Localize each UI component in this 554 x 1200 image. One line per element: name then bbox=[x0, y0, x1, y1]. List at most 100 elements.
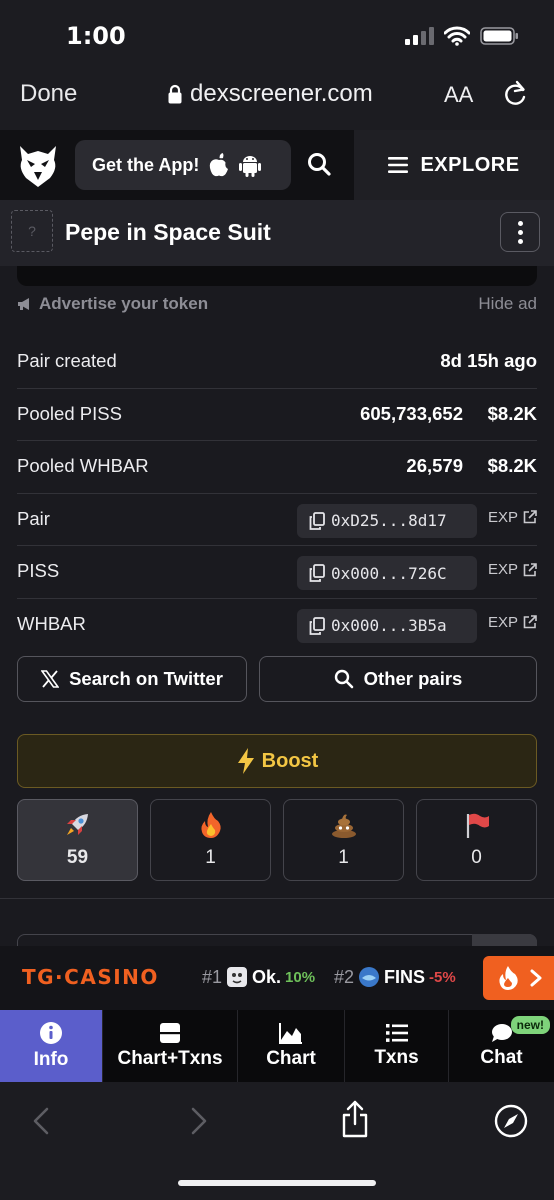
explore-button[interactable]: EXPLORE bbox=[354, 130, 554, 200]
exp-label: EXP bbox=[487, 613, 518, 631]
done-button[interactable]: Done bbox=[20, 80, 77, 108]
promo-banner[interactable]: TG·CASINO #1 Ok. 10% #2 FINS -5% bbox=[0, 946, 554, 1010]
back-arrow-icon[interactable] bbox=[30, 1106, 52, 1136]
text-size-button[interactable]: AA bbox=[444, 82, 473, 108]
chevron-right-icon bbox=[530, 969, 541, 987]
get-app-button[interactable]: Get the App! bbox=[75, 140, 291, 190]
chat-bubble-icon bbox=[491, 1024, 512, 1042]
site-header: Get the App! EXPLORE bbox=[0, 130, 554, 200]
info-row-pooled-piss: Pooled PISS 605,733,652 $8.2K bbox=[17, 389, 537, 441]
other-pairs-label: Other pairs bbox=[363, 668, 463, 689]
trending-item-2[interactable]: #2 FINS -5% bbox=[334, 966, 456, 988]
info-row-whbar: WHBAR 0x000...3B5a EXP bbox=[17, 599, 537, 652]
info-icon bbox=[40, 1022, 62, 1044]
copy-address-button[interactable]: 0x000...3B5a bbox=[297, 608, 477, 643]
compass-icon[interactable] bbox=[494, 1104, 528, 1138]
info-label: Pooled WHBAR bbox=[17, 455, 149, 476]
address-bar[interactable]: dexscreener.com bbox=[168, 80, 373, 108]
token-avatar-icon bbox=[359, 967, 380, 987]
tab-info[interactable]: Info bbox=[0, 1010, 103, 1082]
explorer-link[interactable]: EXP bbox=[488, 614, 537, 631]
new-badge: new! bbox=[510, 1016, 550, 1034]
forward-arrow-icon[interactable] bbox=[188, 1106, 210, 1136]
status-time: 1:00 bbox=[66, 22, 126, 50]
advertise-label: Advertise your token bbox=[39, 294, 209, 313]
vote-count: 1 bbox=[338, 847, 349, 868]
tab-label: Chart bbox=[266, 1048, 316, 1069]
pooled-usd: $8.2K bbox=[487, 455, 537, 476]
info-row-pooled-whbar: Pooled WHBAR 26,579 $8.2K bbox=[17, 441, 537, 494]
battery-icon bbox=[480, 27, 518, 45]
divider bbox=[0, 898, 554, 899]
explorer-link[interactable]: EXP bbox=[488, 509, 537, 526]
info-row-piss: PISS 0x000...726C EXP bbox=[17, 546, 537, 599]
lock-icon bbox=[168, 84, 182, 104]
pooled-amount: 605,733,652 bbox=[360, 402, 463, 424]
tab-label: Chart+Txns bbox=[117, 1048, 223, 1069]
exp-label: EXP bbox=[487, 561, 518, 578]
vote-count: 0 bbox=[471, 847, 482, 868]
tab-txns[interactable]: Txns bbox=[345, 1010, 449, 1082]
promo-cta-button[interactable] bbox=[483, 956, 554, 1000]
copy-address-button[interactable]: 0xD25...8d17 bbox=[297, 503, 477, 538]
partial-panel bbox=[17, 934, 537, 946]
address-text: 0x000...726C bbox=[331, 563, 447, 583]
advertise-link[interactable]: Advertise your token bbox=[17, 294, 208, 314]
url-text: dexscreener.com bbox=[190, 80, 373, 107]
search-icon[interactable] bbox=[306, 150, 334, 180]
explore-label: EXPLORE bbox=[420, 153, 520, 176]
tg-casino-logo: TG·CASINO bbox=[22, 965, 159, 989]
trend-change: -5% bbox=[429, 968, 456, 986]
cellular-signal-icon bbox=[405, 27, 434, 45]
dot-icon bbox=[517, 238, 523, 244]
rocket-icon bbox=[66, 814, 88, 835]
exp-label: EXP bbox=[487, 508, 518, 526]
tab-chart-txns[interactable]: Chart+Txns bbox=[103, 1010, 238, 1082]
fire-icon bbox=[200, 812, 221, 838]
apple-icon bbox=[210, 153, 229, 177]
list-icon bbox=[385, 1024, 408, 1042]
hide-ad-button[interactable]: Hide ad bbox=[478, 294, 537, 314]
copy-icon bbox=[309, 616, 325, 635]
copy-address-button[interactable]: 0x000...726C bbox=[297, 556, 477, 590]
share-icon[interactable] bbox=[340, 1100, 370, 1138]
vote-poop[interactable]: 1 bbox=[283, 799, 404, 881]
external-link-icon bbox=[523, 615, 537, 629]
boost-label: Boost bbox=[261, 749, 319, 772]
ad-banner[interactable] bbox=[17, 266, 537, 286]
pooled-amount: 26,579 bbox=[406, 455, 463, 476]
status-icons bbox=[404, 26, 520, 46]
info-label: Pair created bbox=[17, 350, 117, 371]
reload-icon[interactable] bbox=[502, 80, 528, 108]
token-placeholder-icon: ? bbox=[11, 210, 53, 252]
search-icon bbox=[334, 669, 353, 689]
external-link-icon bbox=[523, 510, 537, 524]
get-app-label: Get the App! bbox=[92, 154, 200, 175]
dot-icon bbox=[517, 220, 523, 226]
trend-rank: #2 bbox=[334, 966, 355, 987]
partial-panel-button[interactable] bbox=[472, 934, 537, 946]
boost-button[interactable]: Boost bbox=[17, 734, 537, 788]
tab-chart[interactable]: Chart bbox=[238, 1010, 345, 1082]
home-indicator bbox=[178, 1180, 376, 1186]
vote-flag[interactable]: 0 bbox=[416, 799, 537, 881]
vote-rocket[interactable]: 59 bbox=[17, 799, 138, 881]
hamburger-menu-icon bbox=[388, 157, 409, 173]
search-twitter-button[interactable]: Search on Twitter bbox=[17, 656, 247, 702]
trend-change: 10% bbox=[285, 968, 316, 986]
dexscreener-logo-icon[interactable] bbox=[18, 142, 58, 188]
vote-fire[interactable]: 1 bbox=[150, 799, 271, 881]
bottom-nav: Info Chart+Txns Chart Txns new! Chat bbox=[0, 1010, 554, 1082]
token-title-bar: ? Pepe in Space Suit bbox=[0, 200, 554, 266]
trending-item-1[interactable]: #1 Ok. 10% bbox=[202, 966, 315, 988]
info-label: Pair bbox=[17, 507, 50, 529]
copy-icon bbox=[309, 564, 325, 582]
browser-toolbar: Done dexscreener.com AA bbox=[0, 70, 554, 130]
more-options-button[interactable] bbox=[500, 212, 540, 252]
explorer-link[interactable]: EXP bbox=[488, 561, 537, 578]
tab-chat[interactable]: new! Chat bbox=[449, 1010, 554, 1082]
other-pairs-button[interactable]: Other pairs bbox=[259, 656, 537, 702]
copy-icon bbox=[309, 511, 325, 530]
info-row-pair-created: Pair created 8d 15h ago bbox=[17, 336, 537, 389]
info-row-pair: Pair 0xD25...8d17 EXP bbox=[17, 494, 537, 546]
